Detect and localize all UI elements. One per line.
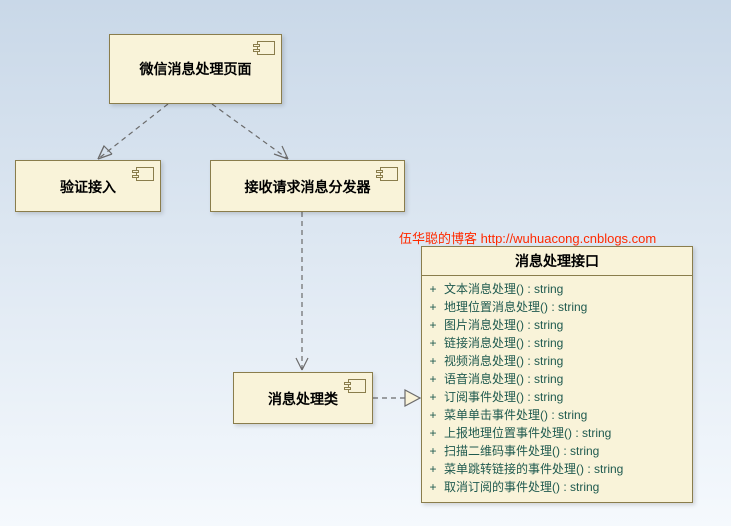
visibility-plus-icon: +: [428, 406, 438, 424]
interface-operation: + 文本消息处理() : string: [428, 280, 686, 298]
component-icon: [348, 379, 366, 393]
operation-signature: 取消订阅的事件处理() : string: [444, 478, 599, 496]
watermark-text: 伍华聪的博客 http://wuhuacong.cnblogs.com: [399, 228, 656, 247]
component-icon: [380, 167, 398, 181]
operation-signature: 菜单跳转链接的事件处理() : string: [444, 460, 623, 478]
component-dispatcher: 接收请求消息分发器: [210, 160, 405, 212]
operation-signature: 扫描二维码事件处理() : string: [444, 442, 599, 460]
operation-signature: 订阅事件处理() : string: [444, 388, 563, 406]
operation-signature: 菜单单击事件处理() : string: [444, 406, 587, 424]
visibility-plus-icon: +: [428, 478, 438, 496]
interface-operations: + 文本消息处理() : string + 地理位置消息处理() : string + 图…: [422, 276, 692, 502]
interface-operation: + 视频消息处理() : string: [428, 352, 686, 370]
component-icon: [257, 41, 275, 55]
component-verify-access: 验证接入: [15, 160, 161, 212]
operation-signature: 上报地理位置事件处理() : string: [444, 424, 611, 442]
operation-signature: 图片消息处理() : string: [444, 316, 563, 334]
interface-operation: + 图片消息处理() : string: [428, 316, 686, 334]
component-icon: [136, 167, 154, 181]
visibility-plus-icon: +: [428, 388, 438, 406]
component-message-handler: 消息处理类: [233, 372, 373, 424]
operation-signature: 链接消息处理() : string: [444, 334, 563, 352]
visibility-plus-icon: +: [428, 460, 438, 478]
interface-operation: + 菜单单击事件处理() : string: [428, 406, 686, 424]
interface-operation: + 链接消息处理() : string: [428, 334, 686, 352]
visibility-plus-icon: +: [428, 316, 438, 334]
interface-operation: + 地理位置消息处理() : string: [428, 298, 686, 316]
interface-message-handler: 消息处理接口 + 文本消息处理() : string + 地理位置消息处理() : s…: [421, 246, 693, 503]
interface-operation: + 上报地理位置事件处理() : string: [428, 424, 686, 442]
interface-operation: + 扫描二维码事件处理() : string: [428, 442, 686, 460]
interface-operation: + 订阅事件处理() : string: [428, 388, 686, 406]
visibility-plus-icon: +: [428, 424, 438, 442]
visibility-plus-icon: +: [428, 442, 438, 460]
visibility-plus-icon: +: [428, 280, 438, 298]
diagram-canvas: 微信消息处理页面 验证接入 接收请求消息分发器 消息处理类 消息处理接口 + 文本…: [0, 0, 731, 526]
visibility-plus-icon: +: [428, 298, 438, 316]
operation-signature: 地理位置消息处理() : string: [444, 298, 587, 316]
component-wechat-message-page: 微信消息处理页面: [109, 34, 282, 104]
operation-signature: 语音消息处理() : string: [444, 370, 563, 388]
interface-operation: + 取消订阅的事件处理() : string: [428, 478, 686, 496]
component-title: 接收请求消息分发器: [211, 161, 404, 213]
visibility-plus-icon: +: [428, 334, 438, 352]
operation-signature: 视频消息处理() : string: [444, 352, 563, 370]
interface-title: 消息处理接口: [422, 247, 692, 276]
visibility-plus-icon: +: [428, 370, 438, 388]
interface-operation: + 菜单跳转链接的事件处理() : string: [428, 460, 686, 478]
interface-operation: + 语音消息处理() : string: [428, 370, 686, 388]
operation-signature: 文本消息处理() : string: [444, 280, 563, 298]
visibility-plus-icon: +: [428, 352, 438, 370]
